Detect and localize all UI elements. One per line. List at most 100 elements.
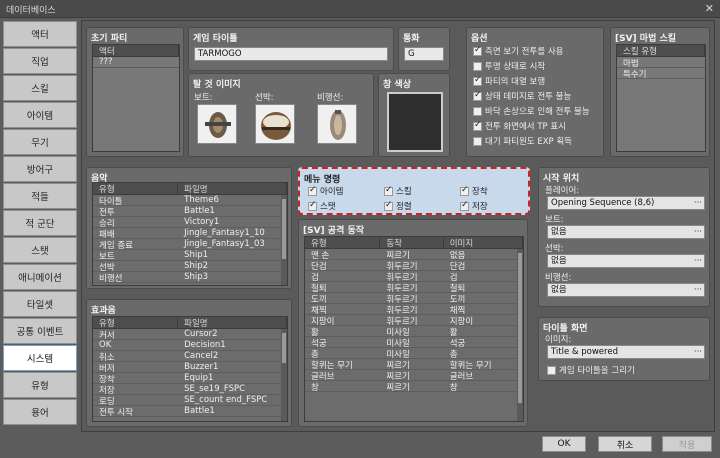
- table-row[interactable]: 로딩 SE_count end_FSPC: [93, 395, 287, 406]
- list-item[interactable]: 특수기: [617, 68, 705, 79]
- table-row[interactable]: 저장 SE_se19_FSPC: [93, 384, 287, 395]
- table-row[interactable]: 비행선 Ship3: [93, 272, 287, 283]
- option-checkbox[interactable]: 대기 파티원도 EXP 획득: [473, 135, 572, 147]
- table-row[interactable]: OK Decision1: [93, 340, 287, 351]
- table-row[interactable]: 철퇴 휘두르기 철퇴: [305, 282, 523, 293]
- table-row[interactable]: 활 미사일 활: [305, 326, 523, 337]
- table-row[interactable]: 커서 Cursor2: [93, 329, 287, 340]
- tab-14[interactable]: 용어: [3, 399, 77, 425]
- tab-12[interactable]: 시스템: [3, 345, 77, 371]
- table-cell: 할퀴는 무기: [311, 361, 353, 370]
- tab-2[interactable]: 스킬: [3, 75, 77, 101]
- draw-title-checkbox[interactable]: 게임 타이틀을 그리기: [547, 364, 635, 376]
- table-row[interactable]: 전투 Battle1: [93, 206, 287, 217]
- currency-input[interactable]: G: [404, 47, 444, 61]
- airship-start-select[interactable]: 없음 ···: [547, 283, 705, 297]
- tab-9[interactable]: 애니메이션: [3, 264, 77, 290]
- checkbox-icon[interactable]: [460, 200, 469, 211]
- game-title-input[interactable]: TARMOGO: [194, 47, 388, 61]
- tab-11[interactable]: 공통 이벤트: [3, 318, 77, 344]
- checkbox-icon[interactable]: [473, 45, 482, 56]
- boat-start-select[interactable]: 없음 ···: [547, 225, 705, 239]
- checkbox-icon[interactable]: [384, 200, 393, 211]
- checkbox-icon[interactable]: [460, 185, 469, 196]
- table-row[interactable]: 보트 Ship1: [93, 250, 287, 261]
- option-checkbox[interactable]: 전투 화면에서 TP 표시: [473, 120, 566, 132]
- option-checkbox[interactable]: 측면 보기 전투를 사용: [473, 45, 564, 57]
- menu-command-checkbox[interactable]: 스탯: [308, 200, 336, 212]
- menu-command-checkbox[interactable]: 장착: [460, 185, 488, 197]
- ship-start-select[interactable]: 없음 ···: [547, 254, 705, 268]
- table-row[interactable]: 총 미사일 총: [305, 348, 523, 359]
- checkbox-icon[interactable]: [473, 90, 482, 101]
- table-row[interactable]: 글러브 찌르기 글러브: [305, 370, 523, 381]
- option-checkbox[interactable]: 바닥 손상으로 인해 전투 불능: [473, 105, 590, 117]
- tab-10[interactable]: 타일셋: [3, 291, 77, 317]
- menu-command-checkbox[interactable]: 저장: [460, 200, 488, 212]
- title-image-select[interactable]: Title & powered ···: [547, 345, 705, 359]
- table-row[interactable]: 도끼 휘두르기 도끼: [305, 293, 523, 304]
- table-row[interactable]: 타이틀 Theme6: [93, 195, 287, 206]
- tab-7[interactable]: 적 군단: [3, 210, 77, 236]
- music-list[interactable]: 유형 파일명 타이틀 Theme6 전투 Battle1 승리 Victory1 패배 Jing…: [92, 182, 288, 286]
- table-row[interactable]: 선박 Ship2: [93, 261, 287, 272]
- initial-party-header: 액터: [93, 45, 179, 57]
- menu-command-checkbox[interactable]: 스킬: [384, 185, 412, 197]
- attack-scrollbar[interactable]: [517, 249, 523, 421]
- checkbox-icon[interactable]: [384, 185, 393, 196]
- table-row[interactable]: 채찍 휘두르기 채찍: [305, 304, 523, 315]
- checkbox-icon[interactable]: [308, 185, 317, 196]
- player-start-select[interactable]: Opening Sequence (8,6) ···: [547, 196, 705, 210]
- tab-4[interactable]: 무기: [3, 129, 77, 155]
- tab-0[interactable]: 액터: [3, 21, 77, 47]
- boat-image[interactable]: [197, 104, 237, 144]
- table-row[interactable]: 게임 종료 Jingle_Fantasy1_03: [93, 239, 287, 250]
- table-row[interactable]: 검 휘두르기 검: [305, 271, 523, 282]
- close-icon[interactable]: ✕: [705, 2, 714, 15]
- option-checkbox[interactable]: 파티의 대열 보행: [473, 75, 545, 87]
- checkbox-icon[interactable]: [473, 136, 482, 146]
- table-row[interactable]: 장착 Equip1: [93, 373, 287, 384]
- initial-party-list[interactable]: 액터 ???: [92, 44, 180, 152]
- table-row[interactable]: 단검 휘두르기 단검: [305, 260, 523, 271]
- checkbox-icon[interactable]: [308, 200, 317, 211]
- ship-image[interactable]: [255, 104, 295, 144]
- table-row[interactable]: 할퀴는 무기 찌르기 할퀴는 무기: [305, 359, 523, 370]
- checkbox-icon[interactable]: [473, 120, 482, 131]
- airship-image[interactable]: [317, 104, 357, 144]
- menu-command-checkbox[interactable]: 아이템: [308, 185, 343, 197]
- sound-scrollbar[interactable]: [281, 329, 287, 421]
- tab-5[interactable]: 방어구: [3, 156, 77, 182]
- window-color-swatch[interactable]: [387, 92, 443, 152]
- table-row[interactable]: 취소 Cancel2: [93, 351, 287, 362]
- table-row[interactable]: 석궁 미사일 석궁: [305, 337, 523, 348]
- table-row[interactable]: 지팡이 휘두르기 지팡이: [305, 315, 523, 326]
- list-item[interactable]: 마법: [617, 57, 705, 68]
- list-item[interactable]: ???: [93, 57, 179, 68]
- table-row[interactable]: 전투 시작 Battle1: [93, 406, 287, 417]
- menu-command-checkbox[interactable]: 정렬: [384, 200, 412, 212]
- apply-button[interactable]: 적용: [662, 436, 712, 452]
- table-row[interactable]: 버저 Buzzer1: [93, 362, 287, 373]
- sound-effects-list[interactable]: 유형 파일명 커서 Cursor2 OK Decision1 취소 Cancel2 버저 Buz…: [92, 316, 288, 422]
- checkbox-icon[interactable]: [473, 75, 482, 86]
- tab-3[interactable]: 아이템: [3, 102, 77, 128]
- checkbox-icon[interactable]: [473, 61, 482, 71]
- ok-button[interactable]: OK: [542, 436, 586, 452]
- option-checkbox[interactable]: 상태 데미지로 전투 불능: [473, 90, 571, 102]
- checkbox-icon[interactable]: [473, 106, 482, 116]
- table-row[interactable]: 승리 Victory1: [93, 217, 287, 228]
- magic-skill-list[interactable]: 스킬 유형 마법 특수기: [616, 44, 706, 152]
- tab-13[interactable]: 유형: [3, 372, 77, 398]
- attack-motion-list[interactable]: 유형 동작 이미지 맨 손 찌르기 없음 단검 휘두르기 단검 검 휘두르기 검 철퇴 휘두르기 철퇴 도끼…: [304, 236, 524, 422]
- tab-8[interactable]: 스탯: [3, 237, 77, 263]
- tab-1[interactable]: 직업: [3, 48, 77, 74]
- table-cell: 휘두르기: [386, 317, 418, 326]
- table-row[interactable]: 패배 Jingle_Fantasy1_10: [93, 228, 287, 239]
- cancel-button[interactable]: 취소: [598, 436, 652, 452]
- tab-6[interactable]: 적들: [3, 183, 77, 209]
- table-row[interactable]: 맨 손 찌르기 없음: [305, 249, 523, 260]
- music-scrollbar[interactable]: [281, 195, 287, 285]
- option-checkbox[interactable]: 투명 상태로 시작: [473, 60, 545, 72]
- table-row[interactable]: 창 찌르기 창: [305, 381, 523, 392]
